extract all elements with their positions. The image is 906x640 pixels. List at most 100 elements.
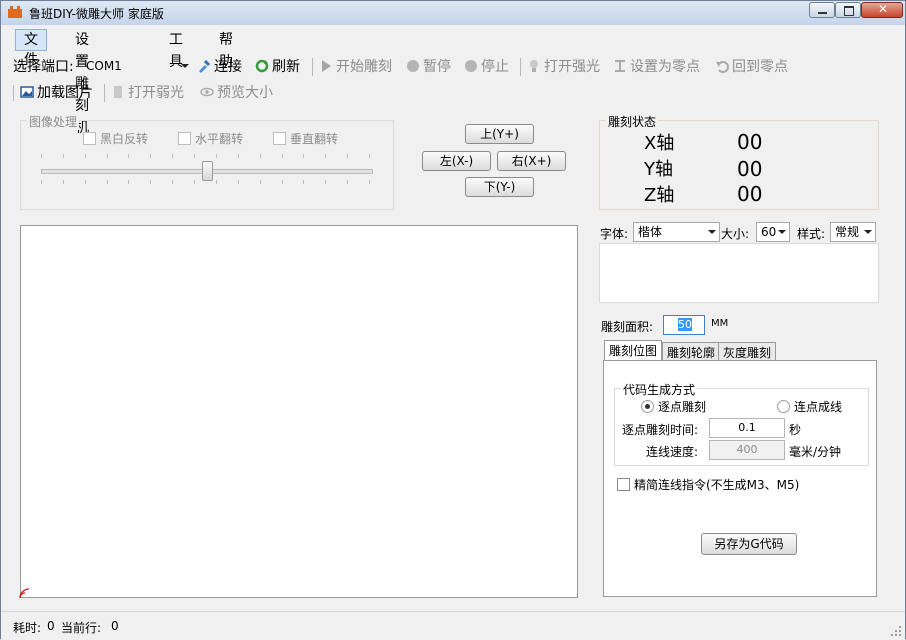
start-engrave-button[interactable]: 开始雕刻 — [319, 56, 392, 78]
pause-label: 暂停 — [423, 59, 451, 75]
style-label: 样式: — [797, 227, 826, 241]
pause-icon — [407, 60, 419, 72]
slider-tick — [194, 154, 195, 158]
checkbox-box — [83, 132, 96, 145]
slider-tick — [347, 180, 348, 184]
return-zero-button[interactable]: 回到零点 — [715, 56, 788, 78]
slider-tick — [216, 154, 217, 158]
close-icon: ✕ — [878, 2, 889, 16]
slider-tick — [63, 154, 64, 158]
slider-tick — [216, 180, 217, 184]
weak-light-icon — [114, 86, 122, 98]
tab-panel: 代码生成方式 逐点雕刻 连点成线 逐点雕刻时间: 0.1 秒 连线速度: 400… — [603, 360, 877, 597]
origin-marker-icon — [19, 588, 30, 599]
checkbox-box — [273, 132, 286, 145]
line-engrave-radio[interactable]: 连点成线 — [777, 398, 842, 415]
stop-label: 停止 — [481, 59, 509, 75]
engrave-status-caption: 雕刻状态 — [606, 113, 659, 130]
font-value: 楷体 — [638, 225, 663, 239]
play-icon — [322, 60, 331, 72]
font-select[interactable]: 楷体 — [633, 222, 720, 242]
current-line-label: 当前行: — [61, 621, 102, 635]
stop-button[interactable]: 停止 — [464, 56, 509, 78]
area-label: 雕刻面积: — [601, 320, 654, 334]
jog-up-button[interactable]: 上(Y+) — [465, 124, 534, 144]
invert-checkbox[interactable]: 黑白反转 — [83, 130, 148, 147]
window-title: 鲁班DIY-微雕大师 家庭版 — [29, 7, 164, 21]
y-axis-value: 00 — [737, 157, 763, 181]
slider-tick — [303, 154, 304, 158]
strong-light-label: 打开强光 — [544, 59, 600, 75]
slider-tick — [325, 180, 326, 184]
menu-setup-engraver[interactable]: 设置雕刻机 — [67, 29, 97, 136]
slider-tick — [303, 180, 304, 184]
y-axis-label: Y轴 — [644, 159, 673, 180]
slider-tick — [63, 180, 64, 184]
port-select[interactable]: COM1 — [81, 56, 193, 76]
menu-help[interactable]: 帮助 — [211, 29, 241, 70]
slider-tick — [282, 154, 283, 158]
toolbar-separator — [312, 58, 313, 76]
vflip-checkbox[interactable]: 垂直翻转 — [273, 130, 338, 147]
text-input-area[interactable] — [599, 243, 879, 303]
load-image-label: 加载图片 — [37, 85, 93, 101]
image-canvas[interactable] — [19, 225, 578, 599]
threshold-slider[interactable] — [41, 154, 373, 184]
load-image-button[interactable]: 加载图片 — [20, 82, 93, 104]
connect-label: 连接 — [214, 59, 242, 75]
slider-tick — [128, 180, 129, 184]
close-button[interactable]: ✕ — [861, 2, 903, 18]
image-processing-group: 图像处理 黑白反转 水平翻转 垂直翻转 — [20, 113, 394, 210]
radio-dot-icon — [641, 400, 654, 413]
hflip-label: 水平翻转 — [195, 132, 244, 146]
preview-size-button[interactable]: 预览大小 — [200, 82, 273, 104]
slider-tick — [282, 180, 283, 184]
strong-light-button[interactable]: 打开强光 — [527, 56, 600, 78]
set-zero-button[interactable]: 设置为零点 — [613, 56, 700, 78]
size-select[interactable]: 60 — [756, 222, 790, 242]
set-zero-label: 设置为零点 — [630, 59, 700, 75]
title-bar: 鲁班DIY-微雕大师 家庭版 ✕ — [1, 1, 905, 25]
radio-circle-icon — [777, 400, 790, 413]
connect-button[interactable]: 连接 — [197, 56, 242, 78]
speed-unit: 毫米/分钟 — [789, 445, 842, 459]
tab-grayscale[interactable]: 灰度雕刻 — [718, 342, 777, 362]
maximize-button[interactable] — [835, 2, 861, 18]
refresh-button[interactable]: 刷新 — [255, 56, 300, 78]
jog-down-button[interactable]: 下(Y-) — [465, 177, 534, 197]
save-gcode-button[interactable]: 另存为G代码 — [701, 533, 797, 555]
slider-tick — [238, 154, 239, 158]
code-gen-group: 代码生成方式 逐点雕刻 连点成线 逐点雕刻时间: 0.1 秒 连线速度: 400… — [614, 381, 869, 466]
tab-bitmap[interactable]: 雕刻位图 — [604, 340, 663, 362]
tab-outline[interactable]: 雕刻轮廓 — [662, 342, 721, 362]
simplify-checkbox[interactable]: 精简连线指令(不生成M3、M5) — [617, 476, 799, 493]
speed-label: 连线速度: — [646, 445, 699, 459]
slider-tick — [85, 154, 86, 158]
invert-label: 黑白反转 — [100, 132, 149, 146]
chevron-down-icon — [778, 230, 786, 234]
speed-input[interactable]: 400 — [709, 440, 785, 460]
vflip-label: 垂直翻转 — [290, 132, 339, 146]
weak-light-button[interactable]: 打开弱光 — [111, 82, 184, 104]
status-bar: 耗时: 0 当前行: 0 — [1, 611, 905, 640]
slider-thumb[interactable] — [202, 161, 213, 181]
menu-tools[interactable]: 工具 — [161, 29, 191, 70]
slider-ticks-top — [41, 154, 371, 160]
plug-icon — [199, 59, 211, 73]
menu-file[interactable]: 文件 — [15, 29, 47, 68]
time-input[interactable]: 0.1 — [709, 418, 785, 438]
chevron-down-icon — [708, 230, 716, 234]
maximize-icon — [844, 6, 854, 16]
area-input[interactable]: 50 — [663, 315, 705, 335]
pause-button[interactable]: 暂停 — [406, 56, 451, 78]
style-select[interactable]: 常规 — [830, 222, 876, 242]
port-label: 选择端口: — [13, 59, 74, 75]
resize-grip-icon[interactable] — [890, 625, 902, 637]
slider-tick — [260, 180, 261, 184]
point-engrave-radio[interactable]: 逐点雕刻 — [641, 398, 706, 415]
jog-left-button[interactable]: 左(X-) — [422, 151, 491, 171]
jog-right-button[interactable]: 右(X+) — [497, 151, 566, 171]
hflip-checkbox[interactable]: 水平翻转 — [178, 130, 243, 147]
app-icon — [8, 6, 22, 18]
minimize-button[interactable] — [809, 2, 835, 18]
